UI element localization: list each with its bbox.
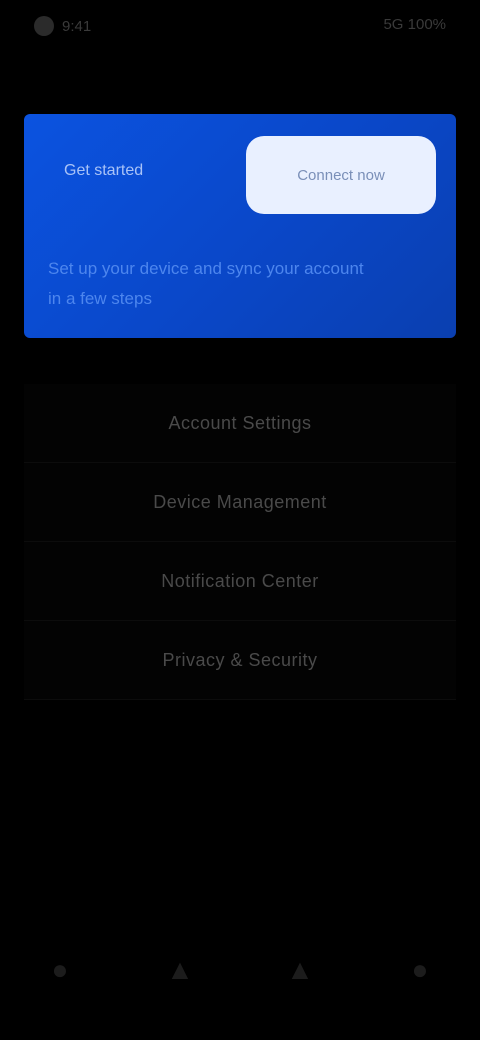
hero-action-button[interactable]: Connect now bbox=[246, 136, 436, 214]
profile-icon: ● bbox=[411, 954, 429, 985]
bell-icon: ▲ bbox=[286, 954, 314, 985]
hero-description: Set up your device and sync your account… bbox=[48, 259, 364, 308]
nav-stats[interactable]: ▲ bbox=[150, 940, 210, 1000]
menu-item-notifications[interactable]: Notification Center bbox=[24, 542, 456, 621]
menu-list: Account Settings Device Management Notif… bbox=[24, 384, 456, 700]
menu-item-privacy[interactable]: Privacy & Security bbox=[24, 621, 456, 700]
menu-item-devices[interactable]: Device Management bbox=[24, 463, 456, 542]
menu-item-label: Device Management bbox=[153, 491, 327, 512]
hero-title: Get started bbox=[64, 162, 144, 179]
menu-item-label: Account Settings bbox=[168, 412, 312, 433]
status-bar: 9:41 5G 100% bbox=[0, 0, 480, 56]
hero-card: Get started Connect now Set up your devi… bbox=[24, 114, 456, 338]
nav-profile[interactable]: ● bbox=[390, 940, 450, 1000]
bottom-nav: ● ▲ ▲ ● bbox=[0, 930, 480, 1010]
menu-item-label: Privacy & Security bbox=[162, 649, 318, 670]
menu-item-account[interactable]: Account Settings bbox=[24, 384, 456, 463]
status-time: 9:41 bbox=[62, 17, 92, 35]
nav-notifications[interactable]: ▲ bbox=[270, 940, 330, 1000]
menu-item-label: Notification Center bbox=[161, 570, 319, 591]
status-left: 9:41 bbox=[34, 16, 91, 36]
status-indicators: 5G 100% bbox=[383, 16, 446, 33]
home-icon: ● bbox=[51, 954, 69, 985]
nav-home[interactable]: ● bbox=[30, 940, 90, 1000]
stats-icon: ▲ bbox=[166, 954, 194, 985]
camera-dot-icon bbox=[34, 16, 54, 36]
